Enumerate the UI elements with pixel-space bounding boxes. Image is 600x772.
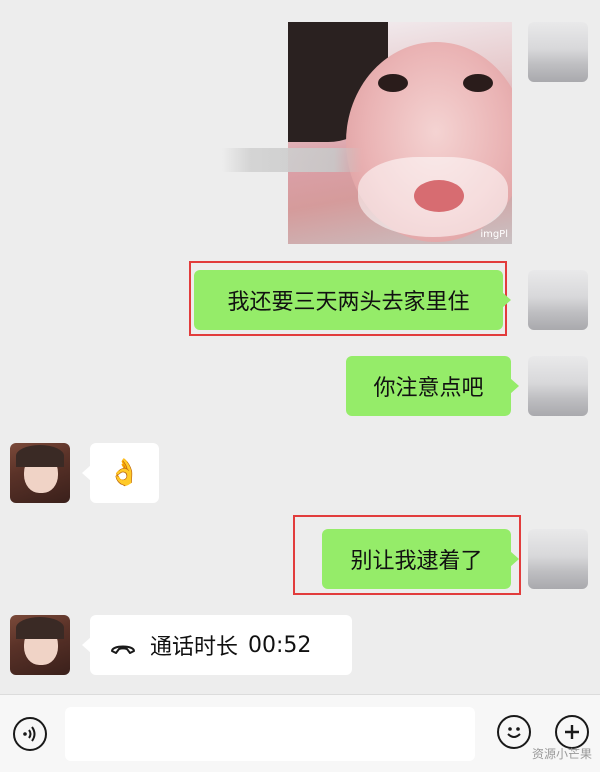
avatar-detail	[16, 445, 64, 467]
message-input[interactable]	[65, 707, 475, 761]
photo-watermark: imgPl	[480, 229, 508, 240]
voice-icon[interactable]	[13, 717, 47, 751]
message-bubble[interactable]: 我还要三天两头去家里住	[194, 270, 511, 330]
avatar-self[interactable]	[528, 356, 588, 416]
source-watermark: 资源小芒果	[531, 747, 592, 761]
photo-detail	[378, 74, 408, 92]
phone-icon	[110, 637, 136, 654]
plus-icon[interactable]	[555, 715, 589, 749]
message-text: 你注意点吧	[373, 376, 484, 401]
call-record-bubble[interactable]: 通话时长 00:52	[82, 615, 352, 675]
call-duration: 00:52	[248, 632, 312, 658]
avatar-self[interactable]	[528, 270, 588, 330]
message-bubble[interactable]: 👌	[82, 443, 159, 503]
ok-hand-emoji: 👌	[108, 458, 141, 488]
avatar-self[interactable]	[528, 22, 588, 82]
photo-detail	[414, 180, 464, 212]
message-bubble[interactable]: 别让我逮着了	[322, 529, 519, 589]
message-bubble[interactable]: 你注意点吧	[346, 356, 519, 416]
message-text: 别让我逮着了	[350, 549, 483, 574]
photo-detail	[463, 74, 493, 92]
avatar-contact[interactable]	[10, 443, 70, 503]
message-text: 我还要三天两头去家里住	[227, 290, 470, 315]
blurred-text	[222, 148, 362, 172]
photo-message[interactable]: imgPl	[288, 22, 512, 244]
avatar-contact[interactable]	[10, 615, 70, 675]
call-label: 通话时长	[150, 635, 239, 660]
avatar-self[interactable]	[528, 529, 588, 589]
emoji-icon[interactable]	[497, 715, 531, 749]
avatar-detail	[16, 617, 64, 639]
input-bar: 资源小芒果	[0, 694, 600, 772]
